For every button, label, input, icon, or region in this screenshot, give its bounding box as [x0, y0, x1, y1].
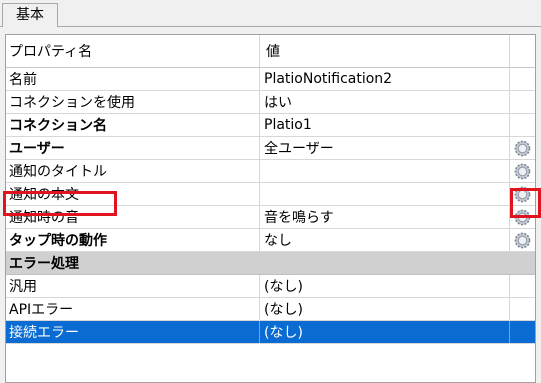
header-value-column: 値 [260, 35, 510, 67]
property-value[interactable]: PlatioNotification2 [260, 68, 510, 90]
property-name: コネクションを使用 [6, 91, 260, 113]
property-name: 接続エラー [6, 321, 260, 343]
header-name-column: プロパティ名 [6, 35, 260, 67]
property-value[interactable]: (なし) [260, 298, 510, 320]
property-row-connection-name[interactable]: コネクション名 Platio1 [6, 114, 535, 137]
category-error-handling[interactable]: エラー処理 [6, 252, 535, 275]
property-name: コネクション名 [6, 114, 260, 136]
property-row-generic-error[interactable]: 汎用 (なし) [6, 275, 535, 298]
property-row-name[interactable]: 名前 PlatioNotification2 [6, 68, 535, 91]
property-name: 通知のタイトル [6, 160, 260, 182]
property-button-cell [510, 68, 535, 90]
property-row-tap-action[interactable]: タップ時の動作 なし [6, 229, 535, 252]
property-name: 名前 [6, 68, 260, 90]
property-name: 汎用 [6, 275, 260, 297]
property-row-use-connection[interactable]: コネクションを使用 はい [6, 91, 535, 114]
gear-icon [514, 140, 531, 156]
property-value[interactable]: (なし) [260, 321, 510, 343]
property-value[interactable] [260, 160, 510, 182]
property-name: タップ時の動作 [6, 229, 260, 251]
property-button-cell [510, 298, 535, 320]
category-label: エラー処理 [9, 256, 79, 272]
property-button-cell [510, 91, 535, 113]
property-row-notification-title[interactable]: 通知のタイトル [6, 160, 535, 183]
grid-header: プロパティ名 値 [6, 35, 535, 68]
property-button-cell [510, 321, 535, 343]
property-row-user[interactable]: ユーザー 全ユーザー [6, 137, 535, 160]
property-value[interactable]: 全ユーザー [260, 137, 510, 159]
property-row-connection-error[interactable]: 接続エラー (なし) [6, 321, 535, 344]
notification-title-edit-button[interactable] [510, 160, 535, 182]
header-button-column [510, 35, 535, 67]
property-value[interactable] [260, 183, 510, 205]
property-button-cell [510, 114, 535, 136]
property-name: APIエラー [6, 298, 260, 320]
property-value[interactable]: 音を鳴らす [260, 206, 510, 228]
property-value[interactable]: (なし) [260, 275, 510, 297]
property-value[interactable]: はい [260, 91, 510, 113]
property-button-cell [510, 275, 535, 297]
property-value[interactable]: なし [260, 229, 510, 251]
highlight-box-notification-body-label [3, 191, 117, 216]
highlight-box-notification-body-button [510, 188, 541, 218]
tap-action-edit-button[interactable] [510, 229, 535, 251]
property-name: ユーザー [6, 137, 260, 159]
property-row-api-error[interactable]: APIエラー (なし) [6, 298, 535, 321]
user-edit-button[interactable] [510, 137, 535, 159]
tab-basic[interactable]: 基本 [2, 3, 58, 27]
gear-icon [514, 163, 531, 179]
property-value[interactable]: Platio1 [260, 114, 510, 136]
gear-icon [514, 232, 531, 248]
